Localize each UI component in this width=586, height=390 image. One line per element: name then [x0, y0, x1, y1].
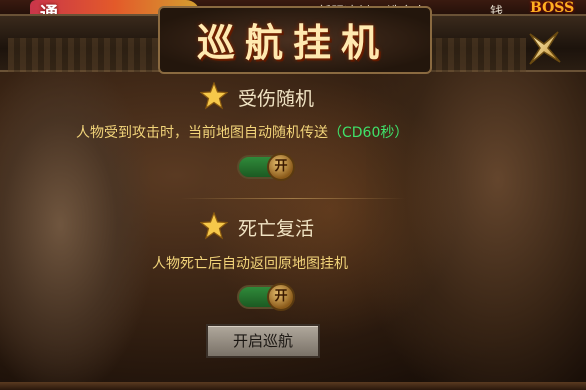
toggle-death-revive[interactable]: 开 [237, 283, 295, 311]
option-title-injury-random: 受伤随机 [238, 88, 315, 110]
close-x-icon [529, 31, 561, 65]
option-description-injury-random: 人物受到攻击时，当前地图自动随机传送（CD60秒） [76, 125, 409, 141]
option-description-death-revive: 人物死亡后自动返回原地图挂机 [152, 256, 348, 272]
start-cruise-button[interactable]: 开启巡航 [206, 324, 320, 358]
cooldown-note: （CD60秒） [328, 125, 409, 141]
toggle-injury-random[interactable]: 开 [237, 153, 295, 181]
toggle-knob-label: 开 [267, 153, 295, 181]
close-button[interactable] [524, 28, 564, 68]
dialog-title: 巡航挂机 [196, 20, 389, 65]
background-rock-left [0, 60, 150, 390]
bottom-frame-strip [0, 382, 586, 390]
star-icon [200, 82, 228, 110]
option-title-death-revive: 死亡复活 [238, 218, 315, 240]
toggle-knob-label: 开 [267, 283, 295, 311]
banner-ornament-left [8, 38, 158, 72]
star-icon [200, 212, 228, 240]
section-divider [180, 198, 406, 199]
